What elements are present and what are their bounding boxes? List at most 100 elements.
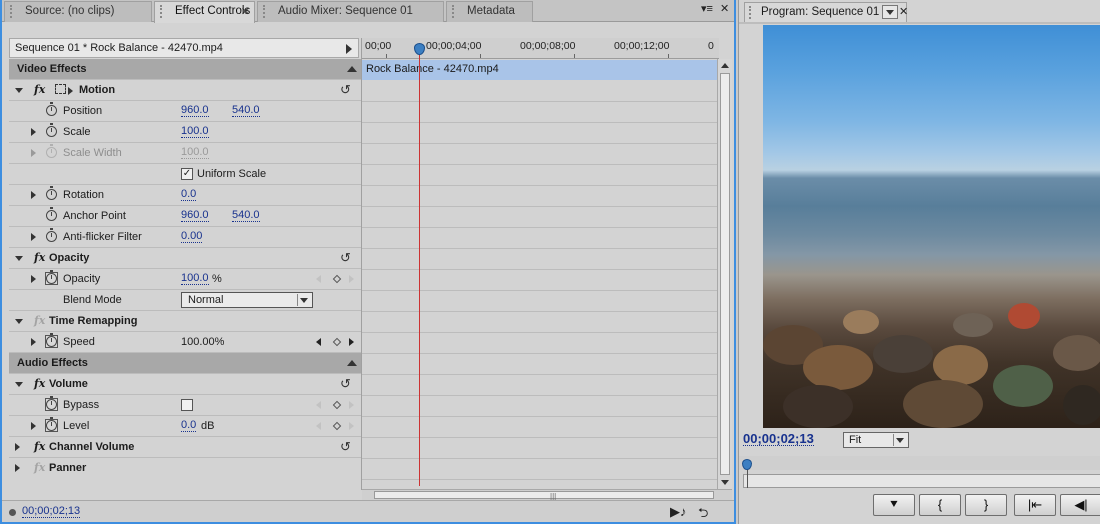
program-time-ruler[interactable]	[739, 456, 1100, 470]
opacity-value[interactable]: 100.0	[181, 273, 209, 285]
expand-triangle-icon[interactable]	[31, 233, 36, 241]
scroll-up-icon[interactable]	[721, 63, 729, 68]
sequence-dropdown-icon[interactable]	[882, 5, 898, 19]
previous-keyframe-icon[interactable]	[316, 401, 321, 409]
mark-in-button[interactable]: {	[919, 494, 961, 516]
step-back-button[interactable]: ◀|	[1060, 494, 1100, 516]
toggle-animation-icon[interactable]	[45, 417, 58, 432]
expand-triangle-icon[interactable]	[31, 275, 36, 283]
panel-menu-icon[interactable]: ▾≡	[701, 2, 713, 15]
reset-icon[interactable]: ↺	[340, 82, 351, 98]
tab-metadata-label: Metadata	[467, 5, 515, 17]
motion-play-icon[interactable]	[68, 87, 73, 95]
loop-audio-icon[interactable]: ⮌	[698, 504, 708, 524]
stopwatch-icon[interactable]	[46, 102, 57, 116]
program-video-frame[interactable]	[763, 25, 1100, 428]
collapse-triangle-icon[interactable]	[15, 382, 23, 387]
level-value[interactable]: 0.0	[181, 420, 197, 432]
stopwatch-icon[interactable]	[46, 186, 57, 200]
next-keyframe-icon[interactable]	[349, 338, 354, 346]
program-timecode[interactable]: 00;00;02;13	[743, 432, 814, 446]
expand-triangle-icon[interactable]	[15, 464, 20, 472]
collapse-triangle-icon[interactable]	[15, 319, 23, 324]
toggle-animation-icon[interactable]	[45, 333, 58, 348]
property-label: Scale	[63, 126, 91, 138]
collapse-triangle-icon[interactable]	[15, 88, 23, 93]
tab-metadata[interactable]: Metadata	[446, 1, 533, 22]
collapse-section-icon[interactable]	[347, 360, 357, 366]
add-marker-button[interactable]: ⯆	[873, 494, 915, 516]
expand-triangle-icon[interactable]	[31, 422, 36, 430]
mark-out-button[interactable]: }	[965, 494, 1007, 516]
reset-icon[interactable]: ↺	[340, 376, 351, 392]
previous-keyframe-icon[interactable]	[316, 422, 321, 430]
panel-close-icon[interactable]: ✕	[720, 2, 729, 15]
close-icon[interactable]: ✕	[899, 5, 908, 18]
play-audio-icon[interactable]: ▶♪	[670, 504, 687, 520]
horizontal-zoom-scrollbar[interactable]: |||	[362, 489, 732, 501]
tab-program[interactable]: Program: Sequence 01	[744, 2, 907, 22]
expand-triangle-icon[interactable]	[31, 191, 36, 199]
zoom-scroll-thumb[interactable]: |||	[374, 491, 714, 501]
stopwatch-icon[interactable]	[46, 123, 57, 137]
add-keyframe-icon[interactable]	[332, 274, 342, 284]
expand-triangle-icon[interactable]	[31, 128, 36, 136]
go-to-in-button[interactable]: |⇤	[1014, 494, 1056, 516]
reset-icon[interactable]: ↺	[340, 439, 351, 455]
scroll-thumb[interactable]	[720, 73, 730, 475]
tab-effect-controls[interactable]: Effect Controls ✕	[154, 1, 255, 23]
fx-toggle-icon[interactable]: fx	[34, 251, 45, 264]
tab-grip[interactable]	[263, 5, 267, 18]
show-timeline-toggle-icon[interactable]	[346, 44, 352, 54]
add-keyframe-icon[interactable]	[332, 337, 342, 347]
zoom-select[interactable]: Fit	[843, 432, 909, 448]
transform-handle-icon[interactable]	[55, 84, 66, 94]
anti-flicker-value[interactable]: 0.00	[181, 231, 203, 243]
previous-keyframe-icon[interactable]	[316, 338, 321, 346]
row-divider	[362, 332, 719, 333]
add-keyframe-icon[interactable]	[332, 421, 342, 431]
scale-value[interactable]: 100.0	[181, 126, 209, 138]
next-keyframe-icon[interactable]	[349, 401, 354, 409]
tab-grip[interactable]	[160, 5, 164, 18]
rotation-value[interactable]: 0.0	[181, 189, 197, 201]
playhead-line[interactable]	[419, 48, 420, 486]
tab-source[interactable]: Source: (no clips)	[4, 1, 152, 22]
position-y-value[interactable]: 540.0	[232, 105, 260, 117]
vertical-scrollbar[interactable]	[717, 59, 732, 489]
fx-toggle-icon[interactable]: fx	[34, 440, 45, 453]
previous-keyframe-icon[interactable]	[316, 275, 321, 283]
fx-toggle-icon[interactable]: fx	[34, 377, 45, 390]
close-icon[interactable]: ✕	[241, 5, 250, 18]
toggle-animation-icon[interactable]	[45, 396, 58, 411]
marker-icon: ⯆	[888, 497, 900, 512]
uniform-scale-checkbox[interactable]: ✓	[181, 168, 193, 180]
effect-timeline[interactable]: 00;00 00;00;04;00 00;00;08;00 00;00;12;0…	[361, 38, 719, 490]
tab-grip[interactable]	[452, 5, 456, 18]
program-zoom-track[interactable]	[743, 474, 1100, 488]
next-keyframe-icon[interactable]	[349, 275, 354, 283]
add-keyframe-icon[interactable]	[332, 400, 342, 410]
position-x-value[interactable]: 960.0	[181, 105, 209, 117]
expand-triangle-icon[interactable]	[15, 443, 20, 451]
blend-mode-select[interactable]: Normal	[181, 292, 313, 308]
expand-triangle-icon[interactable]	[31, 338, 36, 346]
anchor-y-value[interactable]: 540.0	[232, 210, 260, 222]
anchor-x-value[interactable]: 960.0	[181, 210, 209, 222]
stopwatch-icon[interactable]	[46, 228, 57, 242]
stopwatch-icon[interactable]	[46, 207, 57, 221]
current-time-display[interactable]: 00;00;02;13	[22, 506, 81, 518]
tab-grip[interactable]	[10, 5, 14, 18]
bypass-checkbox[interactable]	[181, 399, 193, 411]
scroll-down-icon[interactable]	[721, 480, 729, 485]
collapse-triangle-icon[interactable]	[15, 256, 23, 261]
reset-icon[interactable]: ↺	[340, 250, 351, 266]
scroll-up-icon[interactable]	[347, 66, 357, 72]
level-unit: dB	[201, 420, 215, 432]
tab-audio-mixer[interactable]: Audio Mixer: Sequence 01	[257, 1, 444, 22]
next-keyframe-icon[interactable]	[349, 422, 354, 430]
clip-bar[interactable]: Rock Balance - 42470.mp4	[362, 60, 719, 80]
tab-grip[interactable]	[749, 6, 751, 19]
fx-toggle-icon[interactable]: fx	[34, 83, 45, 96]
toggle-animation-icon[interactable]	[45, 270, 58, 285]
